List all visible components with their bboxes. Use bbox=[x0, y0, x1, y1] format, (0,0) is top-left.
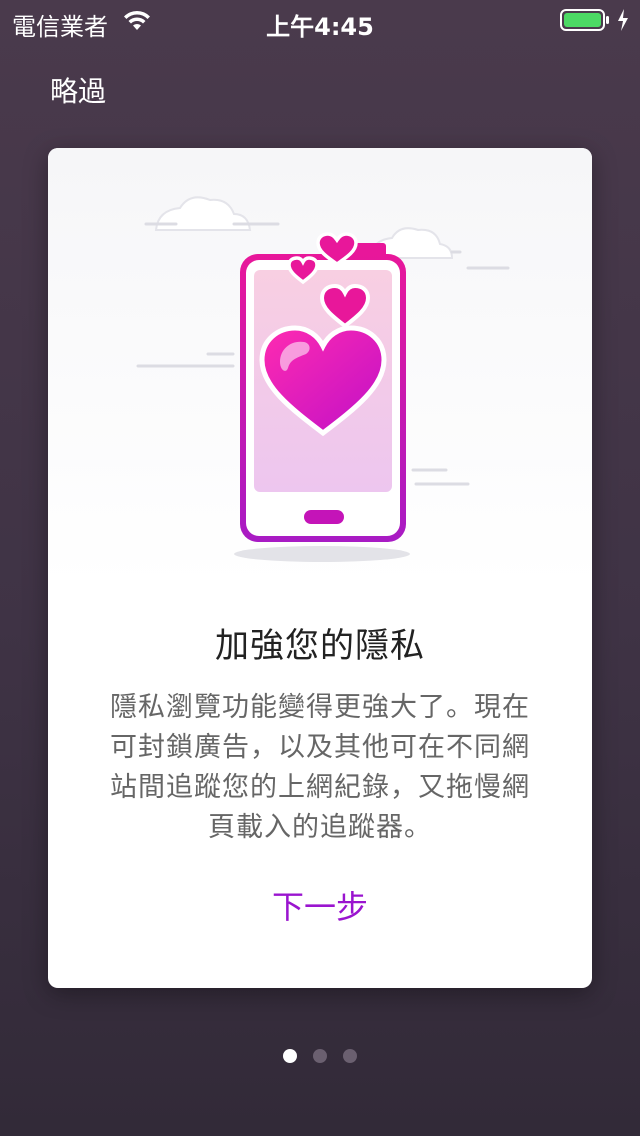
onboarding-card: 加強您的隱私 隱私瀏覽功能變得更強大了。現在可封鎖廣告，以及其他可在不同網站間追… bbox=[48, 148, 592, 988]
battery-icon bbox=[560, 9, 609, 31]
page-indicator bbox=[0, 1048, 640, 1066]
status-bar: 電信業者 上午4:45 bbox=[0, 0, 640, 41]
phone-hearts-illustration bbox=[136, 196, 510, 562]
charging-icon bbox=[618, 9, 628, 31]
illustration-area bbox=[48, 148, 592, 588]
next-button[interactable]: 下一步 bbox=[48, 882, 592, 928]
card-description: 隱私瀏覽功能變得更強大了。現在可封鎖廣告，以及其他可在不同網站間追蹤您的上網紀錄… bbox=[110, 692, 530, 843]
skip-button[interactable]: 略過 bbox=[50, 70, 106, 110]
page-dot-1[interactable] bbox=[283, 1049, 297, 1063]
clock: 上午4:45 bbox=[266, 13, 374, 41]
page-dot-3[interactable] bbox=[343, 1049, 357, 1063]
page-dot-2[interactable] bbox=[313, 1049, 327, 1063]
card-title: 加強您的隱私 bbox=[215, 626, 425, 666]
